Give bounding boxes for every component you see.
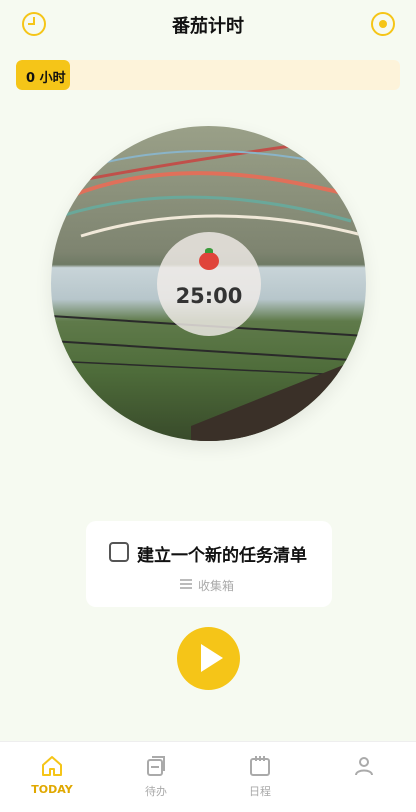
tab-todo-label: 待办 bbox=[145, 785, 167, 798]
profile-icon bbox=[355, 757, 373, 776]
task-card[interactable]: 建立一个新的任务清单 收集箱 bbox=[86, 521, 332, 607]
timer-background-image[interactable]: 25:00 bbox=[51, 126, 366, 441]
timer-display: 25:00 bbox=[175, 284, 243, 308]
page-title: 番茄计时 bbox=[172, 16, 244, 37]
todo-icon bbox=[147, 756, 165, 776]
tab-today-label: TODAY bbox=[31, 783, 73, 796]
progress-label: 0 小时 bbox=[26, 71, 66, 86]
bottom-tab-bar: TODAY 待办 日程 bbox=[0, 741, 416, 812]
tomato-icon bbox=[199, 248, 219, 270]
tab-schedule-label: 日程 bbox=[249, 785, 271, 798]
home-icon bbox=[42, 756, 62, 776]
header: 番茄计时 bbox=[0, 0, 416, 50]
daily-progress-bar: 0 小时 bbox=[16, 60, 400, 90]
inbox-label: 收集箱 bbox=[198, 579, 235, 593]
tab-profile[interactable] bbox=[312, 742, 416, 812]
task-checkbox[interactable] bbox=[109, 542, 129, 562]
timer-disc: 25:00 bbox=[157, 232, 261, 336]
calendar-icon bbox=[250, 756, 270, 776]
target-icon[interactable] bbox=[371, 12, 395, 36]
play-button[interactable] bbox=[177, 627, 240, 690]
tab-schedule[interactable]: 日程 bbox=[208, 742, 312, 812]
tab-today[interactable]: TODAY bbox=[0, 742, 104, 812]
tab-todo[interactable]: 待办 bbox=[104, 742, 208, 812]
task-title[interactable]: 建立一个新的任务清单 bbox=[137, 541, 307, 566]
list-icon bbox=[180, 579, 192, 589]
